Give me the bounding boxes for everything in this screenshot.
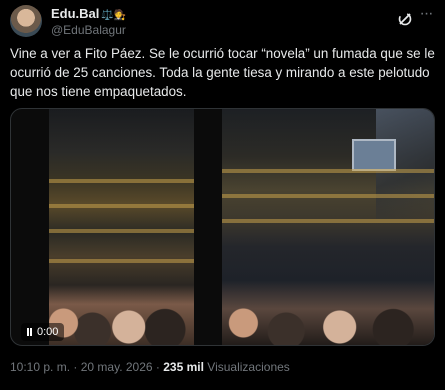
author-handle[interactable]: @EduBalagur [51,23,126,37]
author-name[interactable]: Edu.Bal ⚖️🧑‍⚖️ [51,6,126,21]
video-time: 0:00 [37,326,59,338]
views-label: Visualizaciones [207,360,290,374]
tweet-meta: 10:10 p. m. · 20 may. 2026 · 235 mil Vis… [10,360,290,374]
more-options-icon[interactable]: ··· [417,6,435,25]
crowd-image [49,267,194,345]
separator: · [155,360,160,374]
post-time[interactable]: 10:10 p. m. [10,360,70,374]
stage-screen [352,139,396,171]
avatar[interactable] [10,5,42,37]
video-player[interactable]: 0:00 [10,108,435,346]
views-count[interactable]: 235 mil [163,360,204,374]
video-frame-left [49,109,194,345]
crowd-image [222,267,434,345]
author-badge: ⚖️🧑‍⚖️ [101,10,127,21]
grok-icon[interactable] [397,11,413,27]
post-date[interactable]: 20 may. 2026 [81,360,153,374]
tweet-header: Edu.Bal ⚖️🧑‍⚖️ @EduBalagur ··· [10,5,435,41]
video-time-indicator: 0:00 [21,323,65,341]
tweet-text: Vine a ver a Fito Páez. Se le ocurrió to… [10,46,435,99]
video-frame-right [222,109,434,345]
author-display-name[interactable]: Edu.Bal [51,6,99,21]
separator: · [73,360,78,374]
pause-icon[interactable] [27,328,32,337]
